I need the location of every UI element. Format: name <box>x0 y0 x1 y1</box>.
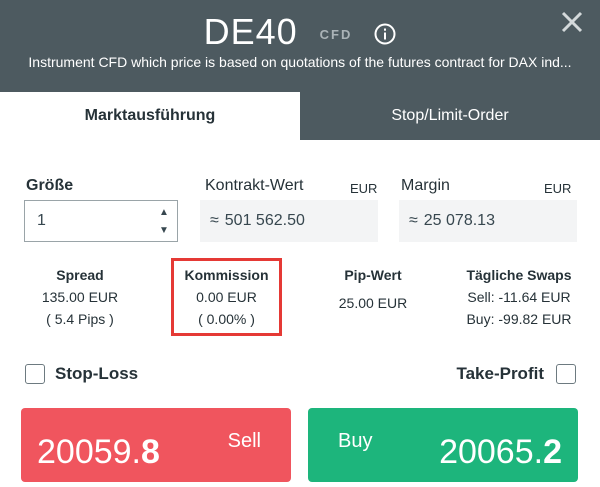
contract-value-field: ≈ 501 562.50 <box>200 200 378 242</box>
stop-loss-checkbox[interactable] <box>25 364 45 384</box>
sell-price-last-digit: 8 <box>141 433 160 471</box>
margin-currency: EUR <box>544 181 572 196</box>
order-type-tabs: Marktausführung Stop/Limit-Order <box>0 92 600 140</box>
sell-label: Sell <box>227 430 261 452</box>
stepper-controls[interactable]: ▲ ▼ <box>157 207 171 237</box>
pip-value-title: Pip-Wert <box>344 267 402 283</box>
size-stepper[interactable]: ▲ ▼ <box>24 200 178 242</box>
size-label: Größe <box>26 177 74 194</box>
buy-button[interactable]: Buy 20065.2 <box>308 408 578 482</box>
info-icon[interactable] <box>374 23 396 45</box>
buy-label: Buy <box>338 430 373 452</box>
size-input[interactable] <box>25 202 145 240</box>
take-profit-label: Take-Profit <box>456 364 544 383</box>
buy-price: 20065.2 <box>439 433 562 472</box>
take-profit-toggle[interactable]: Take-Profit <box>456 364 576 384</box>
instrument-type-label: CFD <box>319 26 353 42</box>
spread-block: Spread 135.00 EUR ( 5.4 Pips ) <box>20 264 140 330</box>
spread-title: Spread <box>56 267 104 283</box>
sell-button[interactable]: Sell 20059.8 <box>21 408 291 482</box>
pip-value: 25.00 EUR <box>338 295 408 311</box>
contract-value-label: Kontrakt-Wert <box>205 177 304 194</box>
buy-price-last-digit: 2 <box>543 433 562 471</box>
margin-value: 25 078.13 <box>423 212 495 229</box>
approx-symbol: ≈ <box>409 212 418 229</box>
margin-field: ≈ 25 078.13 <box>399 200 577 242</box>
close-icon[interactable] <box>560 10 584 34</box>
swap-buy: Buy: -99.82 EUR <box>466 311 572 327</box>
approx-symbol: ≈ <box>210 212 219 229</box>
buy-price-main: 20065. <box>439 433 544 471</box>
swaps-block: Tägliche Swaps Sell: -11.64 EUR Buy: -99… <box>452 264 586 330</box>
contract-value: 501 562.50 <box>224 212 305 229</box>
swap-sell: Sell: -11.64 EUR <box>467 289 571 305</box>
spread-pips: ( 5.4 Pips ) <box>46 311 114 327</box>
decrement-icon[interactable]: ▼ <box>159 225 169 237</box>
sell-price-main: 20059. <box>37 433 141 471</box>
spread-value: 135.00 EUR <box>41 289 119 305</box>
tab-stop-limit-order[interactable]: Stop/Limit-Order <box>300 92 600 140</box>
title-row: DE40 CFD <box>0 10 600 54</box>
sell-price: 20059.8 <box>37 433 160 472</box>
stop-loss-toggle[interactable]: Stop-Loss <box>25 364 138 384</box>
instrument-header: DE40 CFD Instrument CFD which price is b… <box>0 0 600 92</box>
pip-value-block: Pip-Wert 25.00 EUR <box>313 264 433 314</box>
swaps-title: Tägliche Swaps <box>466 267 572 283</box>
contract-value-currency: EUR <box>350 181 378 196</box>
increment-icon[interactable]: ▲ <box>159 207 169 219</box>
commission-highlight-box <box>171 258 282 336</box>
take-profit-checkbox[interactable] <box>556 364 576 384</box>
instrument-description: Instrument CFD which price is based on q… <box>28 54 572 70</box>
instrument-symbol: DE40 <box>203 11 298 52</box>
stop-loss-label: Stop-Loss <box>55 364 139 383</box>
margin-label: Margin <box>401 177 450 194</box>
tab-market-execution[interactable]: Marktausführung <box>0 92 300 140</box>
